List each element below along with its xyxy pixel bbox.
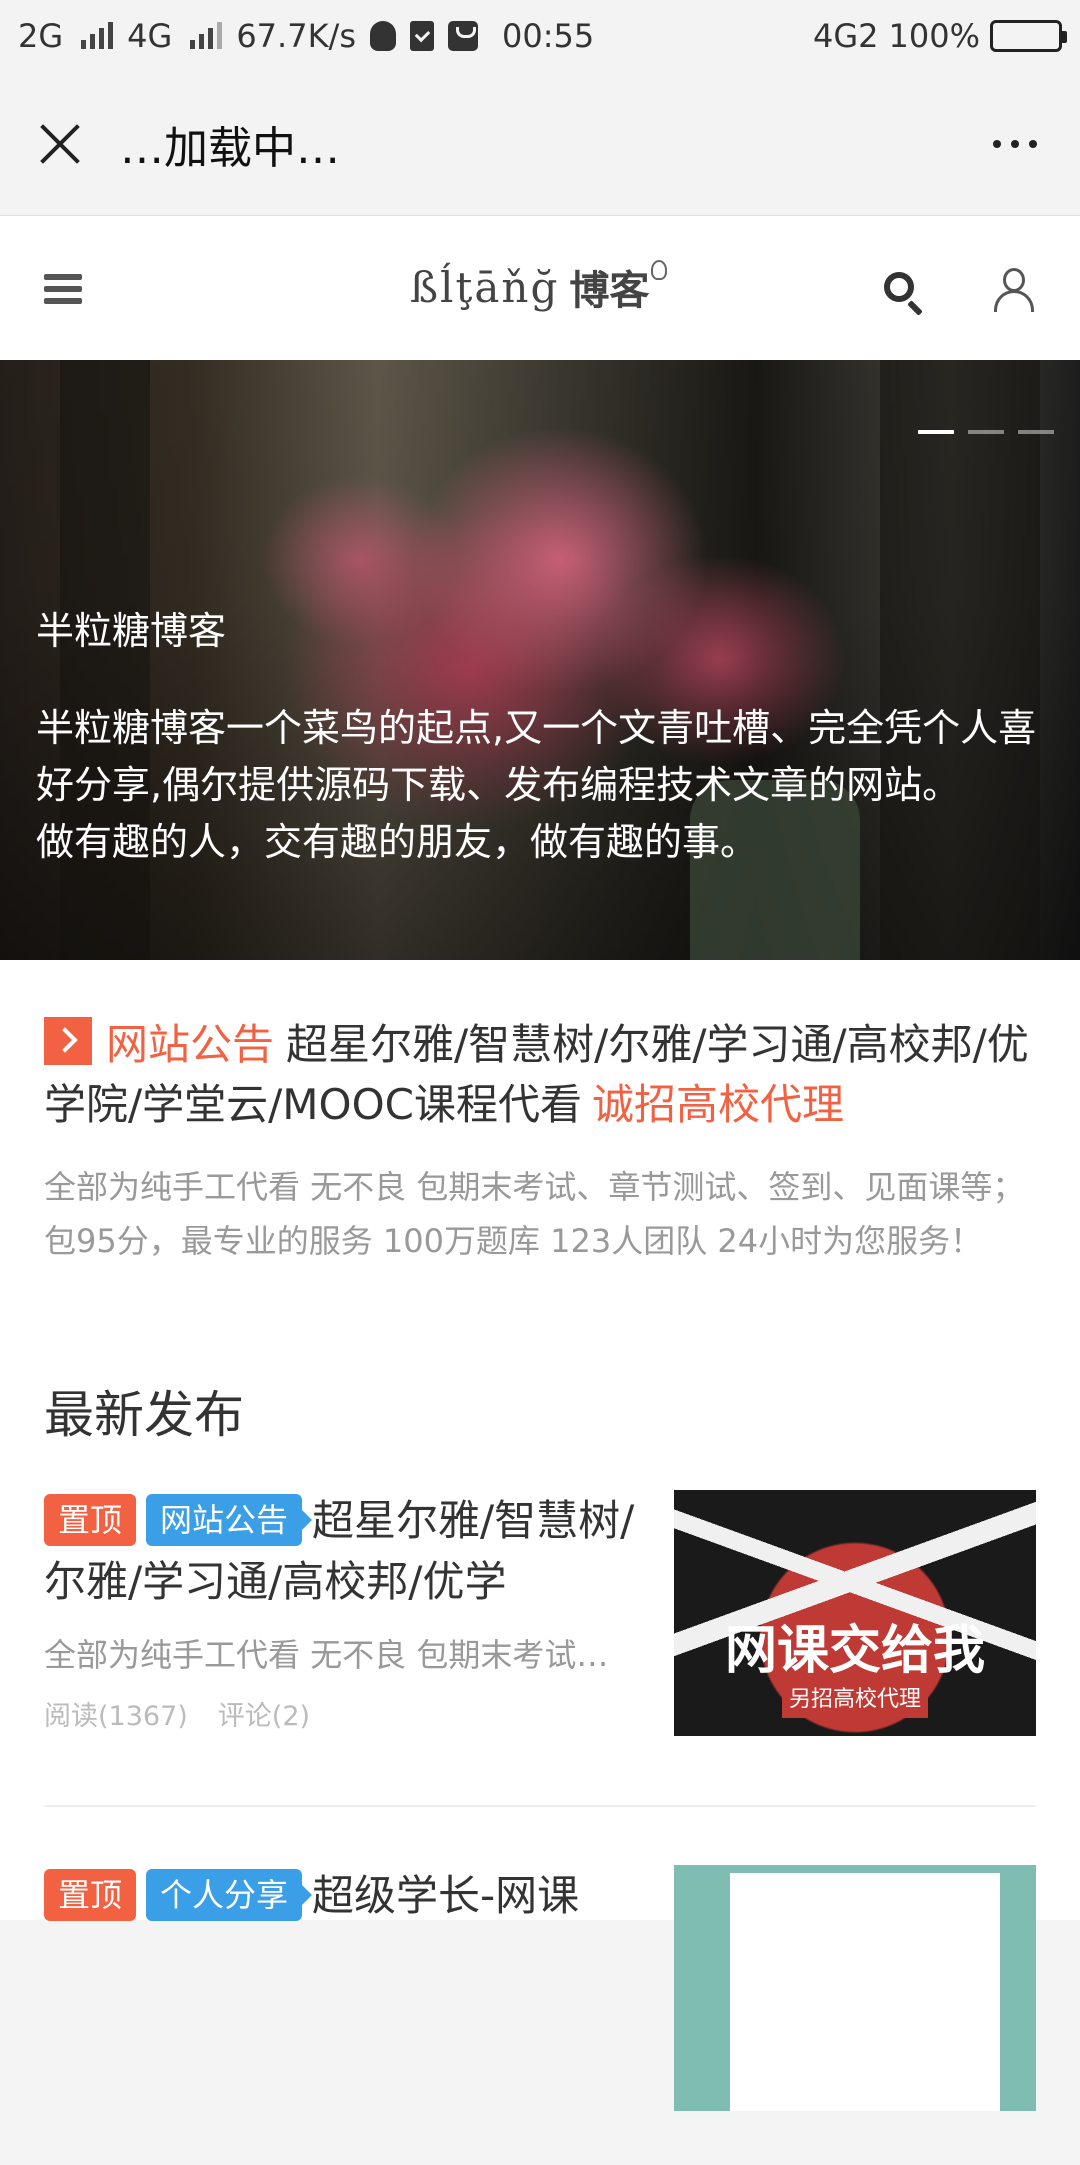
logo-cjk: 博客 [569, 267, 650, 314]
category-tag[interactable]: 网站公告 [146, 1494, 313, 1546]
thumbnail-headline: 网课交给我 [724, 1621, 985, 1681]
comment-count[interactable]: 评论(2) [218, 1694, 310, 1733]
read-count: 阅读(1367) [44, 1701, 188, 1732]
thumbnail-subline: 另招高校代理 [782, 1682, 928, 1718]
chevron-right-icon [44, 1017, 92, 1065]
carousel-dot[interactable] [918, 430, 954, 434]
shopping-bag-icon [448, 21, 478, 51]
notice-tag: 网站公告 [106, 1020, 275, 1069]
post-item[interactable]: 置顶 网站公告 超星尔雅/智慧树/尔雅/学习通/高校邦/优学 全部为纯手工代看 无不… [44, 1490, 1036, 1790]
network-label-2: 4G [127, 17, 173, 55]
post-meta: 阅读(1367) 评论(2) [44, 1694, 644, 1733]
signal-icon-2 [190, 22, 223, 49]
lightbulb-icon [651, 260, 668, 280]
notice-banner[interactable]: 网站公告 超星尔雅/智慧树/尔雅/学习通/高校邦/优学院/学堂云/MOOC课程代看… [44, 1015, 1040, 1135]
battery-percent: 100% [888, 17, 980, 55]
post-title[interactable]: 置顶 网站公告 超星尔雅/智慧树/尔雅/学习通/高校邦/优学 [44, 1490, 644, 1612]
network-label: 2G [18, 17, 64, 55]
hero-title: 半粒糖博客 [36, 609, 227, 653]
site-logo[interactable]: ßĺţāňğ 博客 [410, 252, 668, 322]
close-icon [38, 122, 82, 166]
qq-icon [370, 21, 396, 51]
post-thumbnail[interactable]: 网课交给我 另招高校代理 [674, 1490, 1036, 1736]
browser-nav-bar: …加载中… [0, 72, 1080, 216]
divider [44, 1805, 1036, 1807]
post-thumbnail[interactable] [674, 1865, 1036, 2111]
hero-description: 半粒糖博客一个菜鸟的起点,又一个文青吐槽、完全凭个人喜好分享,偶尔提供源码下载、… [36, 706, 1037, 864]
network-speed: 67.7K/s [236, 17, 356, 55]
battery-icon [990, 20, 1067, 52]
logo-latin: ßĺţāňğ [410, 262, 560, 312]
pinned-tag: 置顶 [44, 1494, 137, 1546]
notice-subtext: 全部为纯手工代看 无不良 包期末考试、章节测试、签到、见面课等；包95分，最专业… [44, 1168, 1025, 1260]
clock: 00:55 [502, 17, 595, 55]
page-title: …加载中… [120, 122, 340, 174]
signal-icon [81, 22, 114, 49]
search-icon [884, 272, 914, 302]
main-content: 网站公告 超星尔雅/智慧树/尔雅/学习通/高校邦/优学院/学堂云/MOOC课程代看… [0, 960, 1080, 2111]
carousel-indicators [918, 430, 1054, 434]
status-bar: 2G 4G 67.7K/s 00:55 4G2 100% [0, 0, 1080, 72]
search-button[interactable] [884, 272, 926, 314]
user-button[interactable] [994, 268, 1034, 312]
close-button[interactable] [0, 72, 120, 216]
post-item[interactable]: 置顶 个人分享 超级学长-网课 [44, 1865, 1036, 2165]
carousel-dot[interactable] [968, 430, 1004, 434]
menu-button[interactable] [44, 274, 82, 304]
clipboard-icon [410, 21, 434, 51]
post-title[interactable]: 置顶 个人分享 超级学长-网课 [44, 1865, 644, 1987]
notice-highlight: 诚招高校代理 [591, 1080, 844, 1129]
carousel-dot[interactable] [1018, 430, 1054, 434]
post-excerpt: 全部为纯手工代看 无不良 包期末考试… [44, 1636, 609, 1674]
more-button[interactable] [950, 72, 1080, 216]
more-dots-icon [993, 139, 1001, 148]
hamburger-icon [44, 274, 82, 280]
hero-banner[interactable]: 半粒糖博客 半粒糖博客一个菜鸟的起点,又一个文青吐槽、完全凭个人喜好分享,偶尔提… [0, 360, 1080, 960]
user-icon [1003, 268, 1025, 292]
network-label-3: 4G2 [813, 17, 879, 55]
category-tag[interactable]: 个人分享 [146, 1869, 313, 1921]
site-header: ßĺţāňğ 博客 [0, 216, 1080, 360]
pinned-tag: 置顶 [44, 1869, 137, 1921]
section-title: 最新发布 [44, 1386, 244, 1444]
